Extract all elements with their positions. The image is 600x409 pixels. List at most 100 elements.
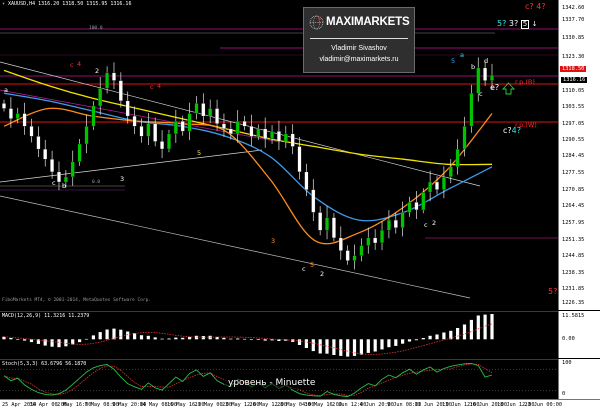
candle [386,219,391,231]
candlesticks [2,57,494,270]
candle [352,255,357,261]
candle [407,202,412,213]
candle [325,217,329,231]
price-tick-label: 1257.95 [562,219,585,226]
wave-label: a [460,51,464,59]
macd-histogram-bar [119,329,123,340]
author-name: Vladimir Sivashov [331,45,387,52]
wave-label: 5 [310,261,315,269]
fib-100-label: 100.0 [89,26,103,31]
macd-histogram-bar [133,333,137,340]
macd-histogram-bar [263,339,267,341]
logo-divider [310,38,408,39]
candle [77,143,82,162]
candle [242,121,247,127]
wave-label: 5 [451,57,456,65]
macd-histogram-bar [146,335,150,340]
forecast-3: 3? [508,19,519,28]
forecast-box-5: 5 [520,20,530,29]
macd-histogram-bar [380,339,384,350]
macd-histogram-bar [188,336,192,340]
author-email: vladimir@maximarkets.ru [319,56,399,63]
moving-averages [3,69,493,245]
stochastic-header: Stoch(5,3,3) 63.6796 56.1870 [2,361,87,367]
price-tick-label: 1310.05 [562,87,585,94]
price-tick-label: 1303.55 [562,104,585,111]
price-tick-label: 1297.05 [562,120,585,127]
price-tick-label: 1264.45 [562,203,585,210]
macd-histogram-bar [78,339,82,343]
macd-histogram-bar [366,339,370,353]
ask-price-tag: 1318.50 [560,65,587,72]
macd-histogram-bar [352,339,357,356]
macd-histogram-bar [469,319,473,340]
forecast-label-c4: c? 4? [525,2,546,11]
candle [270,131,275,140]
candle [221,123,226,129]
candle [414,202,419,211]
candle [215,108,220,124]
price-tick-label: 1251.35 [562,236,585,243]
macd-histogram-bar [387,339,391,348]
rp-b-label: r.p.(B) [515,78,535,86]
current-price-tag: 1316.16 [560,76,589,85]
macd-histogram-bar [456,328,460,340]
price-tick-label: 1238.35 [562,269,585,276]
wave-label: 4 [77,60,82,68]
macd-histogram-bar [153,337,157,340]
macd-histogram-bar [297,339,302,345]
candle [105,72,110,89]
candle [393,219,398,228]
macd-histogram-bar [394,339,398,346]
wave-label: d [484,57,489,65]
macd-histogram-bar [249,339,253,340]
macd-histogram-bar [407,339,412,342]
macd-histogram-bar [256,339,260,340]
macd-histogram-bar [201,336,205,340]
logo-brand-text: MAXIMARKETS [326,16,410,28]
candle [276,131,281,142]
price-chart[interactable]: ▾ XAUUSD,H4 1316.20 1318.50 1315.95 1316… [0,0,558,310]
wave-degree-caption: уровень - Minuette [224,377,320,389]
candle [57,171,61,183]
candle [8,108,13,119]
candle [160,141,165,150]
macd-histogram-bar [181,337,185,340]
price-tick-label: 1270.85 [562,187,585,193]
stochastic-bottom-tick: 0 [562,391,566,397]
macd-histogram-bar [318,339,322,354]
macd-histogram-bar [9,338,13,340]
maximarkets-logo: MAXIMARKETS Vladimir Sivashov vladimir@m… [303,7,415,73]
price-tick-label: 1231.85 [562,286,585,292]
time-axis[interactable]: 25 Apr 2014 30 Apr 00:00 2 May 16:00 7 May … [0,399,600,409]
macd-histogram-bar [332,339,336,355]
macd-histogram [2,314,494,357]
candle [373,237,378,244]
stochastic-subwindow[interactable]: Stoch(5,3,3) 63.6796 56.1870 уровень - M… [0,359,558,400]
wave-label: c [70,61,74,69]
macd-histogram-bar [414,339,418,341]
macd-subwindow[interactable]: MACD(12,26,9) 11.3216 11.2379 [0,311,558,359]
down-arrow-icon: ↓ [531,20,538,28]
wave-label: 5 [197,149,202,157]
macd-axis[interactable]: 11.5815 0.00 [558,311,600,358]
candle [441,176,446,190]
candle [50,159,55,173]
wave-label: 2 [95,67,100,75]
copyright-text: FiboMarkets MT4, © 2001-2014, MetaQuotes… [2,298,152,303]
macd-histogram-bar [401,339,405,344]
wave-label: c [424,221,428,229]
candle [283,133,288,142]
macd-histogram-bar [16,339,20,340]
stochastic-axis[interactable]: 100 0 [558,359,600,399]
price-axis[interactable]: 1342.60 1337.70 1330.85 1323.30 1310.05 1303.… [558,0,600,310]
candle [462,126,467,150]
yellow-ma-line [3,69,493,166]
macd-histogram-bar [84,338,89,340]
candle [331,217,336,239]
macd-zero-tick: 0.00 [562,336,575,342]
price-tick-label: 1284.45 [562,152,585,159]
candle [455,148,460,168]
candle [180,121,185,132]
candle [469,93,474,127]
